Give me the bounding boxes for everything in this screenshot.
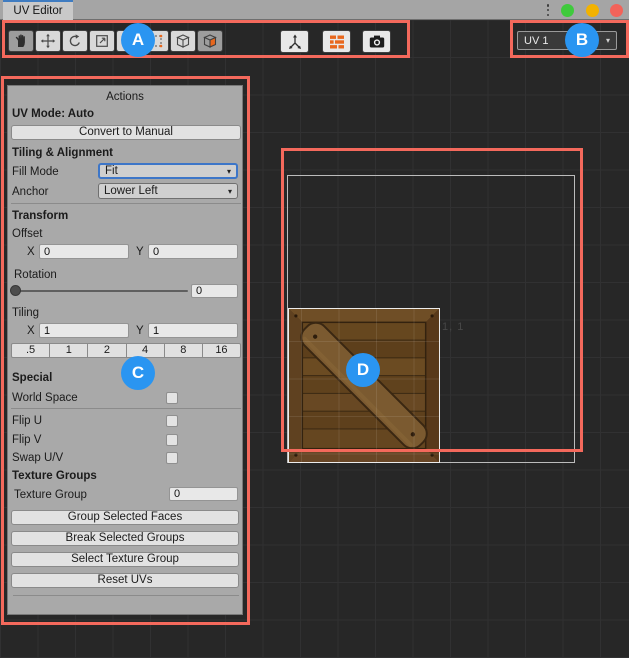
rotation-label: Rotation bbox=[14, 269, 57, 281]
uv-channel-dropdown[interactable]: UV 1 ▾ bbox=[517, 31, 617, 50]
preset-1-button[interactable]: 1 bbox=[50, 343, 88, 358]
chevron-down-icon: ▾ bbox=[228, 187, 232, 196]
tiling-alignment-heading: Tiling & Alignment bbox=[12, 147, 113, 159]
cube-vertices-icon bbox=[121, 33, 137, 49]
scale-box-arrow-icon bbox=[94, 33, 110, 49]
section-divider bbox=[11, 203, 241, 204]
window-control-red-icon[interactable] bbox=[610, 4, 623, 17]
special-heading: Special bbox=[12, 372, 52, 384]
vertex-select-mode-button[interactable] bbox=[116, 30, 142, 52]
flip-u-checkbox[interactable] bbox=[166, 415, 178, 427]
offset-y-field[interactable]: 0 bbox=[148, 244, 238, 259]
panel-title: Actions bbox=[8, 91, 242, 103]
world-space-label: World Space bbox=[12, 392, 78, 404]
flip-v-checkbox[interactable] bbox=[166, 434, 178, 446]
flip-u-label: Flip U bbox=[12, 415, 42, 427]
select-texture-group-button[interactable]: Select Texture Group bbox=[11, 552, 239, 567]
cube-wireframe-icon bbox=[175, 33, 191, 49]
uv-channel-value: UV 1 bbox=[524, 35, 548, 47]
tiling-x-field[interactable]: 1 bbox=[39, 323, 129, 338]
tool-group bbox=[8, 30, 223, 52]
rotate-tool-button[interactable] bbox=[62, 30, 88, 52]
fill-mode-value: Fit bbox=[105, 165, 118, 177]
rotation-slider-track[interactable] bbox=[13, 290, 188, 292]
convert-to-manual-button[interactable]: Convert to Manual bbox=[11, 125, 241, 140]
fill-mode-label: Fill Mode bbox=[12, 166, 59, 178]
scale-tool-button[interactable] bbox=[89, 30, 115, 52]
rotation-slider-handle[interactable] bbox=[10, 285, 21, 296]
move-arrows-icon bbox=[40, 33, 56, 49]
render-uv-template-button[interactable] bbox=[362, 30, 391, 53]
rect-select-mode-button[interactable] bbox=[143, 30, 169, 52]
tiling-y-field[interactable]: 1 bbox=[148, 323, 238, 338]
texture-preview-button[interactable] bbox=[322, 30, 351, 53]
offset-label: Offset bbox=[12, 228, 42, 240]
flip-v-label: Flip V bbox=[12, 434, 41, 446]
texture-group-field[interactable]: 0 bbox=[169, 487, 238, 501]
uv-mode-label: UV Mode: Auto bbox=[12, 108, 94, 120]
anchor-label: Anchor bbox=[12, 186, 48, 198]
camera-icon bbox=[368, 33, 386, 51]
world-space-checkbox[interactable] bbox=[166, 392, 178, 404]
crate-texture-face[interactable] bbox=[288, 308, 440, 463]
offset-y-label: Y bbox=[136, 246, 144, 258]
uv-coordinate-label: 1, 1 bbox=[442, 321, 464, 333]
window-control-yellow-icon[interactable] bbox=[586, 4, 599, 17]
chevron-down-icon: ▾ bbox=[606, 36, 610, 45]
tiling-label: Tiling bbox=[12, 307, 39, 319]
offset-x-label: X bbox=[27, 246, 35, 258]
tab-uv-editor[interactable]: UV Editor bbox=[3, 0, 73, 20]
preset-8-button[interactable]: 8 bbox=[165, 343, 203, 358]
chevron-down-icon: ▾ bbox=[227, 167, 231, 176]
swap-uv-label: Swap U/V bbox=[12, 452, 63, 464]
edge-select-mode-button[interactable] bbox=[170, 30, 196, 52]
reset-uvs-button[interactable]: Reset UVs bbox=[11, 573, 239, 588]
anchor-dropdown[interactable]: Lower Left ▾ bbox=[98, 183, 238, 199]
unwrap-arrows-icon bbox=[286, 33, 304, 51]
tiling-preset-row: .5 1 2 4 8 16 bbox=[11, 343, 241, 358]
actions-panel: Actions UV Mode: Auto Convert to Manual … bbox=[7, 85, 243, 615]
bricks-icon bbox=[328, 33, 346, 51]
crate-texture-image bbox=[289, 309, 439, 462]
rotation-value-field[interactable]: 0 bbox=[191, 284, 238, 298]
fill-mode-dropdown[interactable]: Fit ▾ bbox=[98, 163, 238, 179]
dashed-rect-icon bbox=[148, 33, 164, 49]
anchor-value: Lower Left bbox=[104, 185, 158, 197]
break-selected-groups-button[interactable]: Break Selected Groups bbox=[11, 531, 239, 546]
project-uv-button[interactable] bbox=[280, 30, 309, 53]
preset-4-button[interactable]: 4 bbox=[127, 343, 165, 358]
hand-icon bbox=[13, 33, 29, 49]
tiling-y-label: Y bbox=[136, 325, 144, 337]
window-control-green-icon[interactable] bbox=[561, 4, 574, 17]
preset-16-button[interactable]: 16 bbox=[203, 343, 241, 358]
texture-groups-heading: Texture Groups bbox=[12, 470, 97, 482]
face-select-mode-button[interactable] bbox=[197, 30, 223, 52]
preset-2-button[interactable]: 2 bbox=[88, 343, 126, 358]
cube-face-icon bbox=[202, 33, 218, 49]
preset-half-button[interactable]: .5 bbox=[11, 343, 50, 358]
transform-heading: Transform bbox=[12, 210, 68, 222]
move-tool-button[interactable] bbox=[35, 30, 61, 52]
rotate-arrow-icon bbox=[67, 33, 83, 49]
group-selected-faces-button[interactable]: Group Selected Faces bbox=[11, 510, 239, 525]
section-divider bbox=[13, 595, 239, 596]
pan-tool-button[interactable] bbox=[8, 30, 34, 52]
section-divider bbox=[11, 408, 241, 409]
swap-uv-checkbox[interactable] bbox=[166, 452, 178, 464]
window-titlebar: UV Editor bbox=[0, 0, 629, 20]
kebab-menu-icon[interactable] bbox=[544, 3, 552, 17]
offset-x-field[interactable]: 0 bbox=[39, 244, 129, 259]
tiling-x-label: X bbox=[27, 325, 35, 337]
texture-group-label: Texture Group bbox=[14, 489, 87, 501]
